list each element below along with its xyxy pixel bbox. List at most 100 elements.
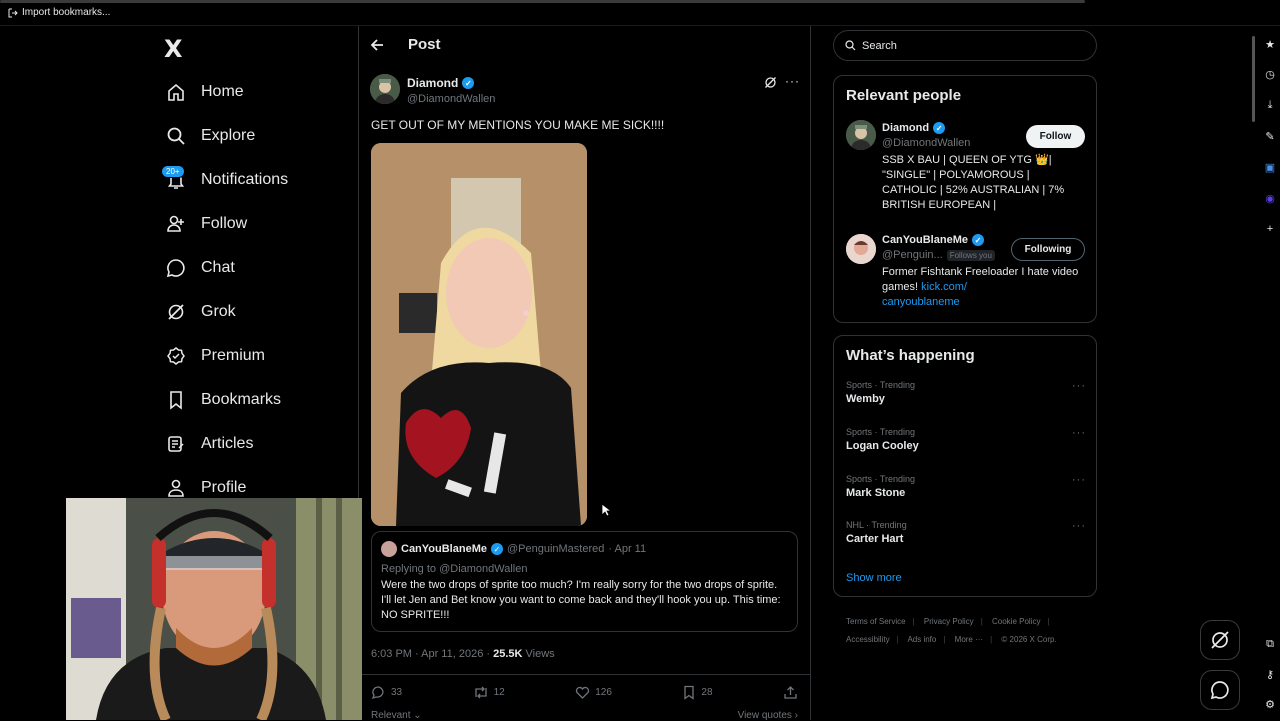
trend-item[interactable]: NHL · Trending Carter Hart ··· <box>846 520 1086 545</box>
search-placeholder: Search <box>862 39 897 52</box>
bookmark-button[interactable]: 28 <box>682 685 713 700</box>
edit-pen-icon[interactable]: ✎ <box>1264 130 1276 143</box>
post-author[interactable]: Diamond ✓ @DiamondWallen <box>407 76 495 105</box>
nav-premium[interactable]: Premium <box>165 345 265 367</box>
following-button[interactable]: Following <box>1011 238 1085 261</box>
views-count: 25.5K <box>493 648 523 660</box>
reply-count: 33 <box>391 687 403 698</box>
chevron-down-icon: ⌄ <box>410 710 422 721</box>
chat-icon <box>1210 681 1229 700</box>
trend-meta: Sports · Trending <box>846 380 916 390</box>
quote-author-handle: @PenguinMastered <box>506 543 605 555</box>
x-logo-icon[interactable]: X <box>164 35 188 63</box>
heart-icon <box>576 686 590 699</box>
more-options-icon[interactable]: ··· <box>1072 474 1086 486</box>
search-icon <box>165 125 187 147</box>
search-icon <box>845 40 856 51</box>
view-quotes-link[interactable]: View quotes › <box>738 710 798 721</box>
person-bio-link-cont[interactable]: canyoublaneme <box>882 296 960 308</box>
relevant-people-title: Relevant people <box>846 87 962 104</box>
settings-gear-icon[interactable]: ⚙ <box>1264 698 1276 711</box>
trend-item[interactable]: Sports · Trending Logan Cooley ··· <box>846 427 1086 452</box>
import-icon <box>8 8 18 17</box>
follows-you-badge: Follows you <box>946 249 995 261</box>
reply-sort-row: Relevant ⌄ View quotes › <box>371 710 798 721</box>
extension-icon[interactable]: ◉ <box>1264 192 1276 205</box>
page-scroll-indicator <box>0 0 1085 3</box>
more-options-icon[interactable]: ··· <box>1072 520 1086 532</box>
nav-follow[interactable]: Follow <box>165 213 247 235</box>
grok-floating-button[interactable] <box>1200 620 1240 660</box>
share-button[interactable] <box>783 685 798 700</box>
quote-text: Were the two drops of sprite too much? I… <box>381 579 781 621</box>
reply-button[interactable]: 33 <box>371 685 402 700</box>
trend-item[interactable]: Sports · Trending Wemby ··· <box>846 380 1086 405</box>
nav-articles[interactable]: Articles <box>165 433 253 455</box>
nav-explore[interactable]: Explore <box>165 125 255 147</box>
post-text: GET OUT OF MY MENTIONS YOU MAKE ME SICK!… <box>371 118 665 132</box>
external-link-icon[interactable]: ⧉ <box>1264 638 1276 650</box>
person-handle: @Penguin... <box>882 249 943 261</box>
grok-icon <box>1211 631 1229 649</box>
import-bookmarks-button[interactable]: Import bookmarks... <box>8 7 110 18</box>
scrollbar-thumb[interactable] <box>1252 36 1255 122</box>
search-input[interactable]: Search <box>833 30 1097 61</box>
person-bio-link[interactable]: kick.com/ <box>921 281 967 293</box>
download-icon[interactable]: ⤓ <box>1264 99 1276 111</box>
footer-link[interactable]: Privacy Policy <box>924 617 974 626</box>
more-options-icon[interactable]: ··· <box>785 74 800 88</box>
more-options-icon[interactable]: ··· <box>1072 427 1086 439</box>
post-video-thumbnail[interactable] <box>371 143 587 526</box>
history-icon[interactable]: ◷ <box>1264 68 1276 81</box>
nav-grok[interactable]: Grok <box>165 301 236 323</box>
author-avatar[interactable] <box>370 74 400 104</box>
follow-button[interactable]: Follow <box>1026 125 1085 148</box>
nav-premium-label: Premium <box>201 347 266 364</box>
footer-link[interactable]: Cookie Policy <box>992 617 1040 626</box>
key-icon[interactable]: ⚷ <box>1264 668 1276 681</box>
relevant-dropdown[interactable]: Relevant ⌄ <box>371 710 422 721</box>
footer-link[interactable]: Terms of Service <box>846 617 906 626</box>
whats-happening-title: What’s happening <box>846 347 975 364</box>
back-arrow-icon[interactable] <box>370 38 384 52</box>
verified-badge-icon: ✓ <box>971 234 984 246</box>
bookmark-icon <box>684 685 695 700</box>
quote-author-name: CanYouBlaneMe <box>401 543 487 555</box>
nav-follow-label: Follow <box>201 215 248 232</box>
trend-name: Mark Stone <box>846 487 906 499</box>
verified-badge-icon: ✓ <box>933 122 946 134</box>
footer-link[interactable]: More ··· <box>955 635 983 644</box>
chat-icon <box>165 257 187 279</box>
trend-meta: Sports · Trending <box>846 427 916 437</box>
quote-date: · Apr 11 <box>608 543 647 555</box>
translate-icon[interactable]: ▣ <box>1264 161 1276 174</box>
browser-sidebar-strip: ★ ◷ ⤓ ✎ ▣ ◉ + ⧉ ⚷ ⚙ <box>1256 26 1280 720</box>
footer-link[interactable]: Accessibility <box>846 635 890 644</box>
favorites-star-icon[interactable]: ★ <box>1264 38 1276 51</box>
import-bookmarks-label: Import bookmarks... <box>22 7 111 18</box>
nav-bookmarks[interactable]: Bookmarks <box>165 389 281 411</box>
more-options-icon[interactable]: ··· <box>1072 380 1086 392</box>
bookmark-count: 28 <box>701 687 713 698</box>
nav-chat[interactable]: Chat <box>165 257 235 279</box>
nav-home-label: Home <box>201 83 244 100</box>
repost-button[interactable]: 12 <box>473 685 505 700</box>
nav-home[interactable]: Home <box>165 81 244 103</box>
chat-floating-button[interactable] <box>1200 670 1240 710</box>
person-handle: @DiamondWallen <box>882 137 971 149</box>
trend-meta: NHL · Trending <box>846 520 907 530</box>
add-icon[interactable]: + <box>1264 223 1276 235</box>
nav-articles-label: Articles <box>201 435 254 452</box>
grok-explain-icon[interactable] <box>764 76 777 89</box>
quote-replying-to: Replying to @DiamondWallen <box>381 563 528 575</box>
like-button[interactable]: 126 <box>575 685 612 700</box>
follow-icon <box>165 213 187 235</box>
nav-profile[interactable]: Profile <box>165 477 246 499</box>
person-avatar[interactable] <box>846 234 876 264</box>
show-more-link[interactable]: Show more <box>846 572 902 584</box>
footer-link[interactable]: Ads info <box>907 635 936 644</box>
quoted-post[interactable]: CanYouBlaneMe ✓ @PenguinMastered · Apr 1… <box>371 531 798 632</box>
trend-item[interactable]: Sports · Trending Mark Stone ··· <box>846 474 1086 499</box>
person-avatar[interactable] <box>846 120 876 150</box>
nav-bookmarks-label: Bookmarks <box>201 391 282 408</box>
